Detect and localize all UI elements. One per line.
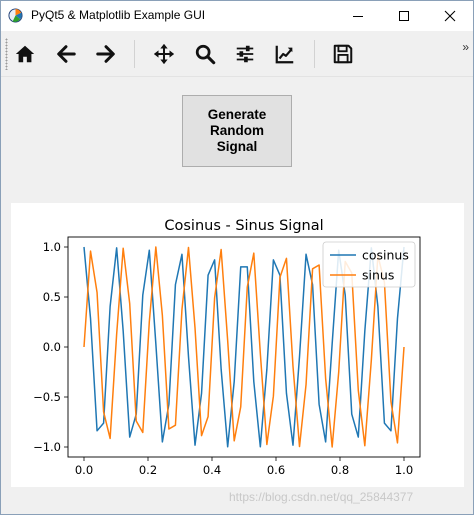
configure-subplots-icon (236, 45, 254, 63)
x-tick-label: 0.0 (75, 463, 93, 477)
x-tick-label: 0.8 (331, 463, 349, 477)
y-tick-label: −0.5 (33, 390, 61, 404)
chart-title: Cosinus - Sinus Signal (164, 218, 323, 234)
x-tick-label: 0.2 (139, 463, 157, 477)
pan-button[interactable] (148, 38, 180, 70)
save-floppy-icon (333, 44, 353, 64)
watermark: https://blog.csdn.net/qq_25844377 (229, 490, 414, 504)
save-button[interactable] (327, 38, 359, 70)
generate-random-signal-button[interactable]: Generate Random Signal (182, 95, 292, 167)
maximize-button[interactable] (381, 1, 427, 31)
legend-label-sinus: sinus (362, 268, 394, 283)
home-icon (15, 45, 35, 63)
configure-subplots-button[interactable] (229, 38, 261, 70)
home-button[interactable] (9, 38, 41, 70)
toolbar-separator (134, 40, 135, 68)
y-tick-label: 1.0 (43, 240, 61, 254)
zoom-magnifier-icon (195, 44, 216, 65)
y-tick-label: −1.0 (33, 440, 61, 454)
close-icon (444, 10, 456, 22)
title-bar[interactable]: PyQt5 & Matplotlib Example GUI (1, 1, 473, 31)
app-window: PyQt5 & Matplotlib Example GUI » Generat… (0, 0, 474, 515)
navigation-toolbar: » (1, 32, 473, 77)
back-arrow-icon (57, 45, 76, 63)
edit-axis-icon (275, 45, 294, 64)
generate-button-label: Generate Random Signal (207, 107, 267, 154)
maximize-icon (399, 11, 409, 21)
forward-arrow-icon (96, 45, 115, 63)
x-tick-label: 0.6 (267, 463, 285, 477)
forward-button[interactable] (90, 38, 122, 70)
figure-canvas[interactable]: Cosinus - Sinus Signal 0.0 0.2 0.4 0.6 0.8 1.0… (11, 203, 464, 487)
toolbar-grip[interactable] (5, 38, 8, 70)
x-tick-label: 0.4 (203, 463, 221, 477)
close-button[interactable] (427, 1, 473, 31)
window-title: PyQt5 & Matplotlib Example GUI (31, 8, 206, 22)
pan-move-icon (153, 43, 175, 65)
legend-label-cosinus: cosinus (362, 248, 409, 263)
back-button[interactable] (50, 38, 82, 70)
minimize-button[interactable] (335, 1, 381, 31)
toolbar-separator (314, 40, 315, 68)
matplotlib-icon (8, 8, 23, 23)
toolbar-overflow-button[interactable]: » (462, 40, 469, 54)
minimize-icon (353, 16, 363, 17)
chart: Cosinus - Sinus Signal 0.0 0.2 0.4 0.6 0.8 1.0… (33, 218, 421, 477)
x-tick-label: 1.0 (395, 463, 413, 477)
y-tick-label: 0.5 (43, 290, 61, 304)
edit-axis-button[interactable] (269, 38, 301, 70)
zoom-button[interactable] (189, 38, 221, 70)
y-tick-label: 0.0 (43, 340, 61, 354)
